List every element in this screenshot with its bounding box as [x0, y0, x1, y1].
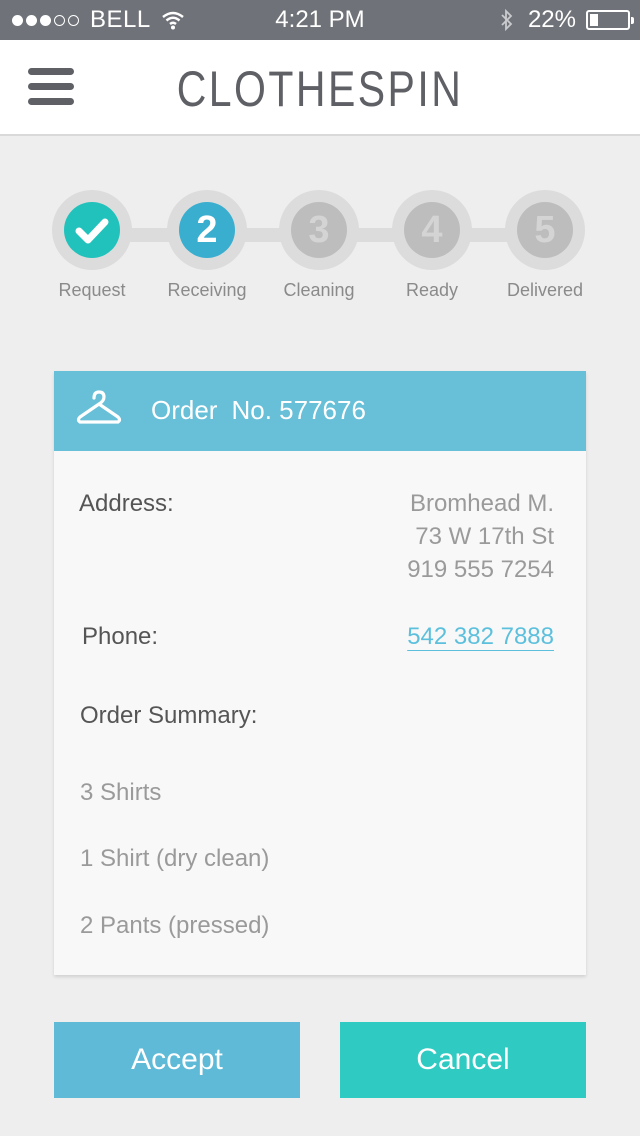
step-ring: 4: [392, 190, 472, 270]
step-number: 2: [179, 202, 235, 258]
step-circle-done: [64, 202, 120, 258]
step-label: Ready: [405, 280, 459, 300]
checkmark-icon: [75, 218, 109, 244]
order-summary-label: Order Summary:: [80, 702, 258, 729]
step-number: 5: [517, 202, 573, 258]
address-label: Address:: [79, 490, 174, 517]
step-request: Request: [37, 190, 147, 301]
step-ring: [52, 190, 132, 270]
phone-label: Phone:: [82, 623, 159, 650]
accept-button[interactable]: Accept: [54, 1022, 300, 1098]
status-right: 22%: [500, 6, 634, 34]
battery-percent: 22%: [527, 6, 576, 33]
order-title: Order No. 577676: [151, 395, 366, 426]
step-ring: 3: [279, 190, 359, 270]
phone-value: 542 382 7888: [407, 620, 554, 653]
cancel-button[interactable]: Cancel: [340, 1022, 586, 1098]
step-ring: 2: [167, 190, 247, 270]
step-number: 3: [291, 202, 347, 258]
hanger-icon: [76, 390, 122, 424]
summary-item: 2 Pants (pressed): [80, 912, 270, 939]
order-progress-stepper: Request 2 Receiving 3 Cleaning 4 Ready 5…: [0, 190, 640, 310]
step-receiving: 2 Receiving: [152, 190, 262, 301]
order-label: Order: [151, 395, 218, 425]
step-label: Cleaning: [283, 280, 355, 300]
step-delivered: 5 Delivered: [490, 190, 600, 301]
step-label: Delivered: [506, 280, 584, 300]
address-line: 919 555 7254: [407, 556, 554, 583]
step-ready: 4 Ready: [377, 190, 487, 301]
nav-bar: CLOTHESPIN: [0, 40, 640, 136]
address-value: Bromhead M. 73 W 17th St 919 555 7254: [407, 487, 554, 586]
app-title: CLOTHESPIN: [176, 61, 464, 117]
order-card-header: Order No. 577676: [54, 371, 586, 451]
step-ring: 5: [505, 190, 585, 270]
step-number: 4: [404, 202, 460, 258]
order-number: No. 577676: [231, 395, 366, 425]
summary-item: 3 Shirts: [80, 779, 162, 806]
address-line: Bromhead M.: [409, 490, 554, 517]
step-label: Receiving: [167, 280, 247, 300]
bluetooth-icon: [501, 8, 513, 32]
step-cleaning: 3 Cleaning: [264, 190, 374, 301]
phone-link[interactable]: 542 382 7888: [407, 623, 554, 650]
battery-level: [590, 14, 598, 26]
order-card: Order No. 577676 Address: Bromhead M. 73 …: [54, 371, 586, 975]
summary-item: 1 Shirt (dry clean): [80, 845, 270, 872]
status-bar: BELL 4:21 PM 22%: [0, 0, 640, 40]
battery-icon: [586, 10, 634, 30]
address-line: 73 W 17th St: [415, 523, 554, 550]
step-label: Request: [58, 280, 126, 300]
